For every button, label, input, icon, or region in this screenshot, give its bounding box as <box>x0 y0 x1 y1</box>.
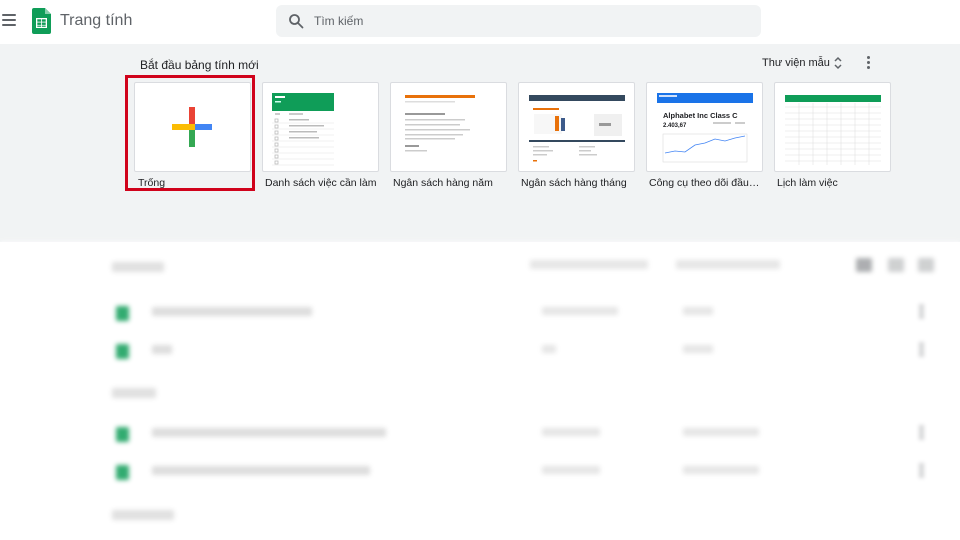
app-header: Trang tính Tìm kiếm <box>0 0 960 44</box>
todo-thumbnail <box>272 93 334 166</box>
sheets-file-icon <box>116 465 129 480</box>
investment-chart-thumbnail <box>662 122 748 163</box>
template-card-monthly-budget[interactable] <box>518 82 635 172</box>
template-label-annual-budget[interactable]: Ngân sách hàng năm <box>393 177 493 189</box>
monthly-budget-thumbnail <box>529 95 625 162</box>
more-vert-icon[interactable] <box>920 464 923 478</box>
file-owner <box>542 307 618 315</box>
file-date <box>683 466 759 474</box>
template-card-todo[interactable] <box>262 82 379 172</box>
file-name[interactable] <box>152 466 370 475</box>
more-vert-icon[interactable] <box>867 56 871 70</box>
file-owner <box>542 466 600 474</box>
file-row[interactable] <box>0 294 960 334</box>
file-date <box>683 428 759 436</box>
plus-icon <box>172 107 212 147</box>
file-row[interactable] <box>0 453 960 493</box>
sheets-logo-icon[interactable] <box>32 8 51 34</box>
search-input[interactable]: Tìm kiếm <box>314 14 363 28</box>
template-card-annual-budget[interactable] <box>390 82 507 172</box>
menu-icon[interactable] <box>2 14 16 26</box>
file-owner <box>542 345 556 353</box>
sheets-file-icon <box>116 344 129 359</box>
file-owner <box>542 428 600 436</box>
sheets-file-icon <box>116 306 129 321</box>
file-date <box>683 345 713 353</box>
file-name[interactable] <box>152 307 312 316</box>
more-vert-icon[interactable] <box>920 426 923 440</box>
template-library-button[interactable]: Thư viện mẫu <box>762 57 830 69</box>
section-header-today <box>112 262 164 272</box>
gallery-title: Bắt đầu bảng tính mới <box>140 58 259 72</box>
template-label-monthly-budget[interactable]: Ngân sách hàng tháng <box>521 177 627 189</box>
section-header-older <box>112 510 174 520</box>
more-vert-icon[interactable] <box>920 305 923 319</box>
template-card-blank[interactable] <box>134 82 251 172</box>
column-date-header[interactable] <box>676 260 780 269</box>
file-date <box>683 307 713 315</box>
search-icon[interactable] <box>288 13 304 29</box>
template-label-schedule[interactable]: Lịch làm việc <box>777 177 838 189</box>
search-bar[interactable]: Tìm kiếm <box>276 5 761 37</box>
section-header-earlier <box>112 388 156 398</box>
grid-view-icon[interactable] <box>856 258 872 272</box>
file-row[interactable] <box>0 332 960 372</box>
file-name[interactable] <box>152 428 386 437</box>
recent-files-list <box>0 242 960 540</box>
template-label-todo[interactable]: Danh sách việc cần làm <box>265 177 376 189</box>
template-card-investment-tracker[interactable]: Alphabet Inc Class C 2.403,67 <box>646 82 763 172</box>
column-owner-header[interactable] <box>530 260 648 269</box>
template-label-blank[interactable]: Trống <box>138 177 165 189</box>
template-gallery: Bắt đầu bảng tính mới Thư viện mẫu Trống <box>0 44 960 242</box>
file-row[interactable] <box>0 415 960 455</box>
sheets-file-icon <box>116 427 129 442</box>
app-title[interactable]: Trang tính <box>60 12 132 30</box>
sort-icon[interactable] <box>832 55 844 71</box>
template-label-investment-tracker[interactable]: Công cụ theo dõi đầu t... <box>649 177 761 189</box>
annual-budget-thumbnail <box>405 95 475 152</box>
folder-icon[interactable] <box>918 258 934 272</box>
more-vert-icon[interactable] <box>920 343 923 357</box>
template-card-schedule[interactable] <box>774 82 891 172</box>
sort-az-icon[interactable] <box>888 258 904 272</box>
schedule-thumbnail <box>785 95 881 165</box>
file-name[interactable] <box>152 345 172 354</box>
